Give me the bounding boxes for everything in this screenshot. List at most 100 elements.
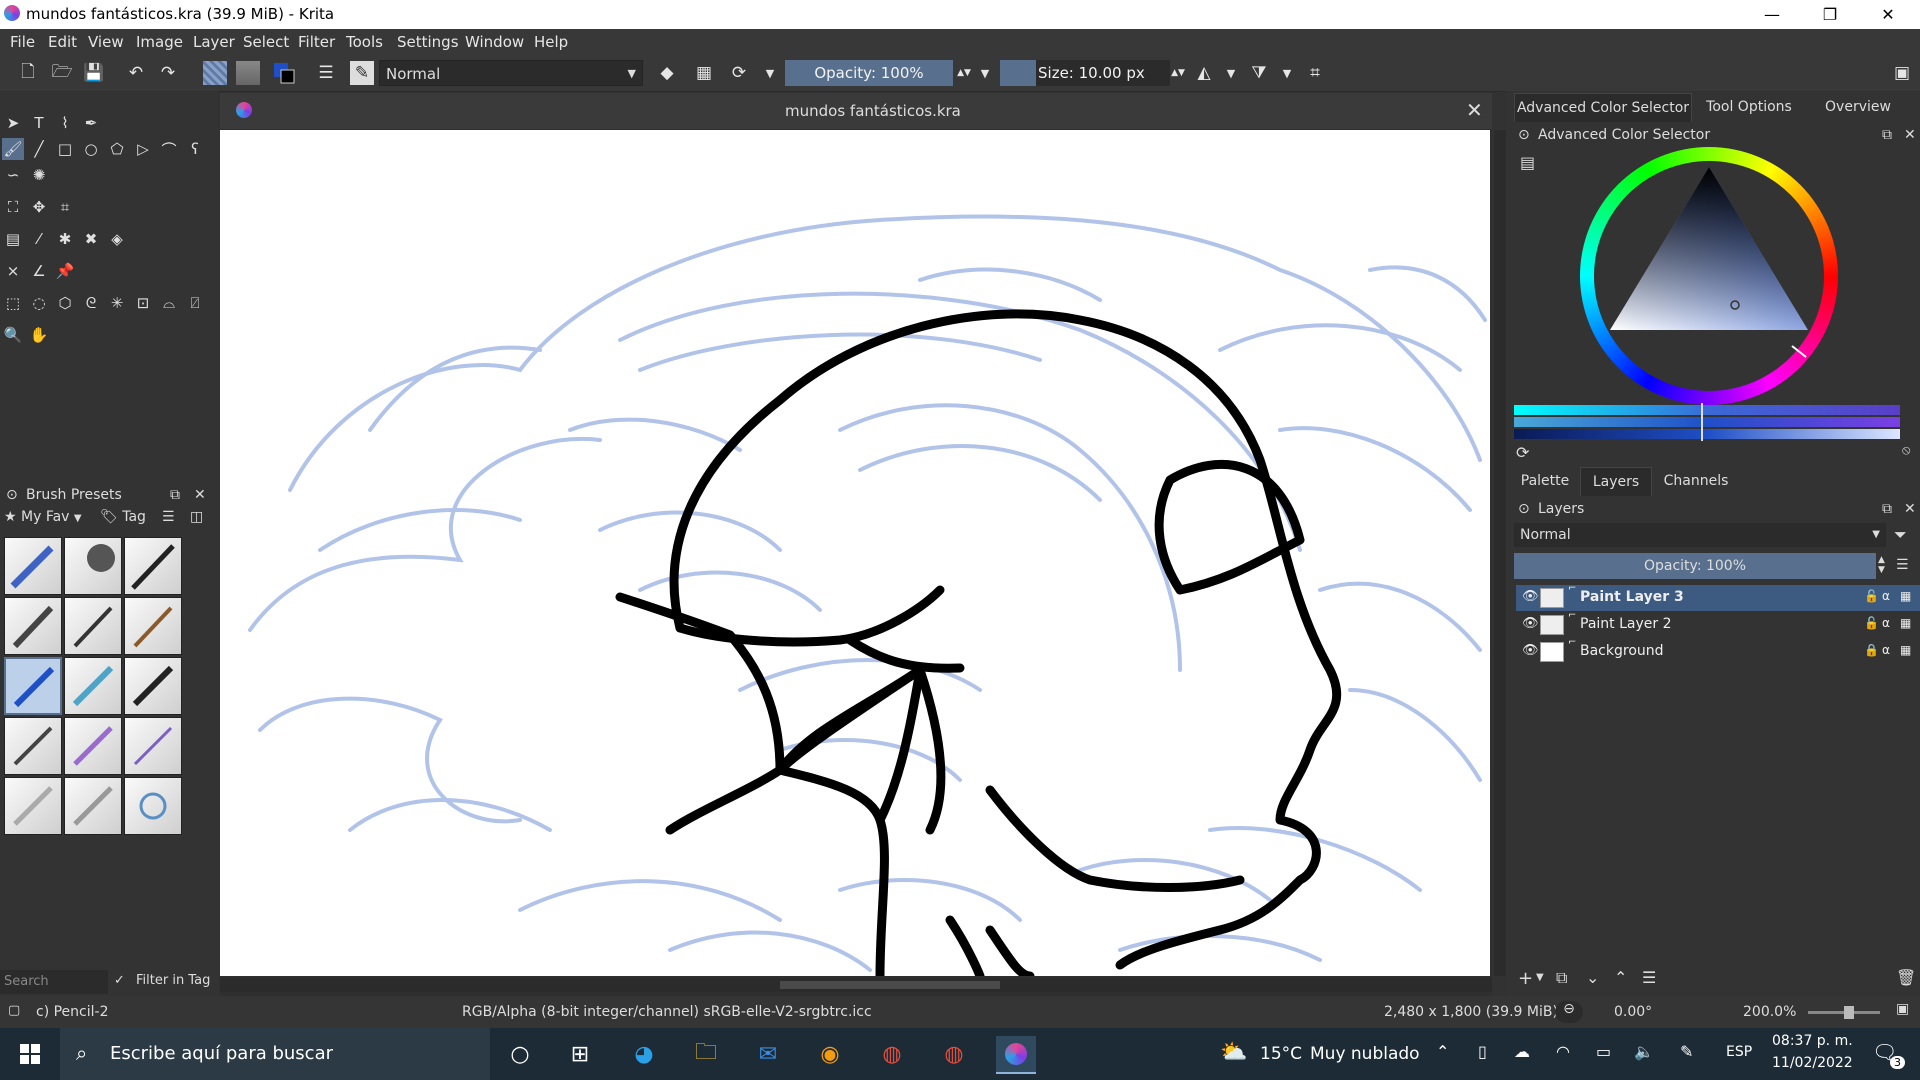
- saturation-bar[interactable]: [1514, 417, 1900, 427]
- brush-preset-tile[interactable]: [4, 597, 62, 655]
- taskbar-search-box[interactable]: ⌕ Escribe aquí para buscar: [60, 1028, 490, 1080]
- brush-preset-tile[interactable]: [4, 777, 62, 835]
- tag-button[interactable]: 🏷 Tag: [100, 509, 156, 531]
- layer-blend-mode-select[interactable]: Normal ▼: [1514, 523, 1886, 547]
- color-settings-icon[interactable]: ▤: [1520, 153, 1535, 172]
- fg-bg-color-icon[interactable]: [272, 61, 296, 85]
- close-dock-icon[interactable]: ✕: [194, 487, 206, 503]
- chevron-down-icon[interactable]: ▼: [1275, 61, 1299, 85]
- move-layer-up-icon[interactable]: ⌃: [1614, 968, 1627, 987]
- chevron-down-icon[interactable]: ▼: [1536, 972, 1544, 983]
- fit-page-icon[interactable]: ▣: [1896, 1001, 1909, 1017]
- alpha-inherit-icon[interactable]: α: [1882, 643, 1890, 657]
- layer-lock-icon[interactable]: 🔓: [1864, 616, 1879, 630]
- brush-preset-tile[interactable]: [64, 537, 122, 595]
- krita-taskbar-icon[interactable]: [996, 1036, 1036, 1074]
- size-stepper-icon[interactable]: ▲▼: [1166, 61, 1190, 85]
- color-sampler-icon[interactable]: ⁄: [28, 228, 50, 250]
- rectangle-tool-icon[interactable]: □: [54, 138, 76, 160]
- windows-start-icon[interactable]: [10, 1036, 50, 1072]
- scrollbar-thumb[interactable]: [780, 981, 1000, 989]
- pen-ink-icon[interactable]: ✎: [1680, 1042, 1693, 1061]
- mail-icon[interactable]: ✉: [748, 1036, 788, 1072]
- clock-date[interactable]: 11/02/2022: [1772, 1055, 1853, 1071]
- chrome-profile-icon[interactable]: ◍: [934, 1036, 974, 1072]
- text-tool-icon[interactable]: T: [28, 112, 50, 134]
- chevron-down-icon[interactable]: ▼: [1219, 61, 1243, 85]
- polyline-tool-icon[interactable]: ▷: [132, 138, 154, 160]
- freehand-brush-icon[interactable]: 🖌: [2, 138, 24, 160]
- new-document-icon[interactable]: 🗋: [16, 61, 40, 85]
- brush-preset-tile[interactable]: [4, 537, 62, 595]
- fill-tool-icon[interactable]: ◈: [106, 228, 128, 250]
- zoom-slider-thumb[interactable]: [1844, 1006, 1854, 1019]
- menu-image[interactable]: Image: [136, 33, 183, 51]
- transform-tool-icon[interactable]: ⛶: [2, 196, 24, 218]
- freehand-path-icon[interactable]: ʕ: [184, 138, 206, 160]
- saturation-value-triangle[interactable]: [1580, 147, 1838, 405]
- open-document-icon[interactable]: 🗁: [50, 61, 74, 85]
- freehand-selection-icon[interactable]: ᘓ: [80, 292, 102, 314]
- drawing-canvas[interactable]: [220, 130, 1490, 976]
- wrap-around-icon[interactable]: ⌗: [1303, 61, 1327, 85]
- weather-cloud-icon[interactable]: ⛅: [1220, 1040, 1247, 1065]
- reference-images-icon[interactable]: 📌: [54, 260, 76, 282]
- cortana-icon[interactable]: ○: [500, 1036, 540, 1072]
- brush-preset-tile[interactable]: [124, 597, 182, 655]
- brush-preset-tile[interactable]: [124, 777, 182, 835]
- contiguous-selection-icon[interactable]: ✳: [106, 292, 128, 314]
- size-slider[interactable]: Size: 10.00 px: [1000, 60, 1170, 86]
- duplicate-layer-icon[interactable]: ⧉: [1556, 968, 1567, 988]
- alpha-lock-icon[interactable]: ▦: [692, 61, 716, 85]
- tab-tool-options[interactable]: Tool Options: [1694, 93, 1804, 121]
- clock-time[interactable]: 08:37 p. m.: [1772, 1033, 1853, 1049]
- menu-view[interactable]: View: [88, 33, 124, 51]
- minimize-button[interactable]: —: [1743, 0, 1801, 29]
- visibility-eye-icon[interactable]: 👁: [1522, 589, 1539, 604]
- alpha-lock-icon[interactable]: ▦: [1900, 616, 1911, 630]
- colorize-mask-icon[interactable]: ✱: [54, 228, 76, 250]
- workspace-chooser-icon[interactable]: ▣: [1890, 61, 1914, 85]
- menu-layer[interactable]: Layer: [193, 33, 235, 51]
- close-window-button[interactable]: ✕: [1859, 0, 1917, 29]
- chrome-icon[interactable]: ◍: [872, 1036, 912, 1072]
- bezier-selection-icon[interactable]: ⌓: [158, 292, 180, 314]
- delete-layer-icon[interactable]: 🗑: [1896, 968, 1916, 987]
- onedrive-icon[interactable]: ☁: [1514, 1042, 1530, 1061]
- measure-tool-icon[interactable]: ∠: [28, 260, 50, 282]
- zoom-tool-icon[interactable]: 🔍: [2, 324, 24, 346]
- similar-selection-icon[interactable]: ⊡: [132, 292, 154, 314]
- brush-preset-tile[interactable]: [64, 717, 122, 775]
- layer-row[interactable]: 👁 ⌐ Paint Layer 2 🔓 α ▦: [1516, 610, 1920, 638]
- brush-preset-tile[interactable]: [124, 537, 182, 595]
- close-dock-icon[interactable]: ✕: [1904, 127, 1916, 143]
- brush-preset-icon[interactable]: ✎: [350, 61, 374, 85]
- move-layer-down-icon[interactable]: ⌄: [1586, 968, 1599, 987]
- menu-select[interactable]: Select: [243, 33, 289, 51]
- layer-row[interactable]: 👁 ⌐ Paint Layer 3 🔓 α ▦: [1516, 583, 1920, 611]
- battery-icon[interactable]: ▭: [1596, 1042, 1611, 1061]
- brush-preset-tile-selected[interactable]: [4, 657, 62, 715]
- tray-device-icon[interactable]: ▯: [1478, 1042, 1487, 1061]
- canvas-horizontal-scrollbar[interactable]: [220, 978, 1492, 992]
- layer-properties-icon[interactable]: ☰: [1642, 968, 1656, 987]
- rotation-dial-icon[interactable]: ⊖: [1555, 1001, 1583, 1023]
- layer-opacity-slider[interactable]: Opacity: 100%: [1514, 553, 1876, 579]
- task-view-icon[interactable]: ⊞: [560, 1036, 600, 1072]
- edge-browser-icon[interactable]: ◕: [624, 1036, 664, 1072]
- clear-icon[interactable]: ⦸: [1902, 443, 1910, 458]
- brave-browser-icon[interactable]: ◉: [810, 1036, 850, 1072]
- bezier-tool-icon[interactable]: ⌒: [158, 138, 180, 160]
- menu-tools[interactable]: Tools: [346, 33, 383, 51]
- view-mode-icon[interactable]: ☰: [162, 509, 175, 525]
- alpha-lock-icon[interactable]: ▦: [1900, 643, 1911, 657]
- dock-lock-icon[interactable]: ⊙: [6, 487, 18, 503]
- hue-bar[interactable]: [1514, 405, 1900, 415]
- polygon-tool-icon[interactable]: ⬠: [106, 138, 128, 160]
- dock-lock-icon[interactable]: ⊙: [1518, 127, 1530, 143]
- menu-window[interactable]: Window: [465, 33, 524, 51]
- zoom-slider[interactable]: [1808, 1006, 1880, 1019]
- menu-edit[interactable]: Edit: [48, 33, 77, 51]
- visibility-eye-icon[interactable]: 👁: [1522, 616, 1539, 631]
- filter-in-tag-checkbox[interactable]: ✓: [114, 973, 125, 988]
